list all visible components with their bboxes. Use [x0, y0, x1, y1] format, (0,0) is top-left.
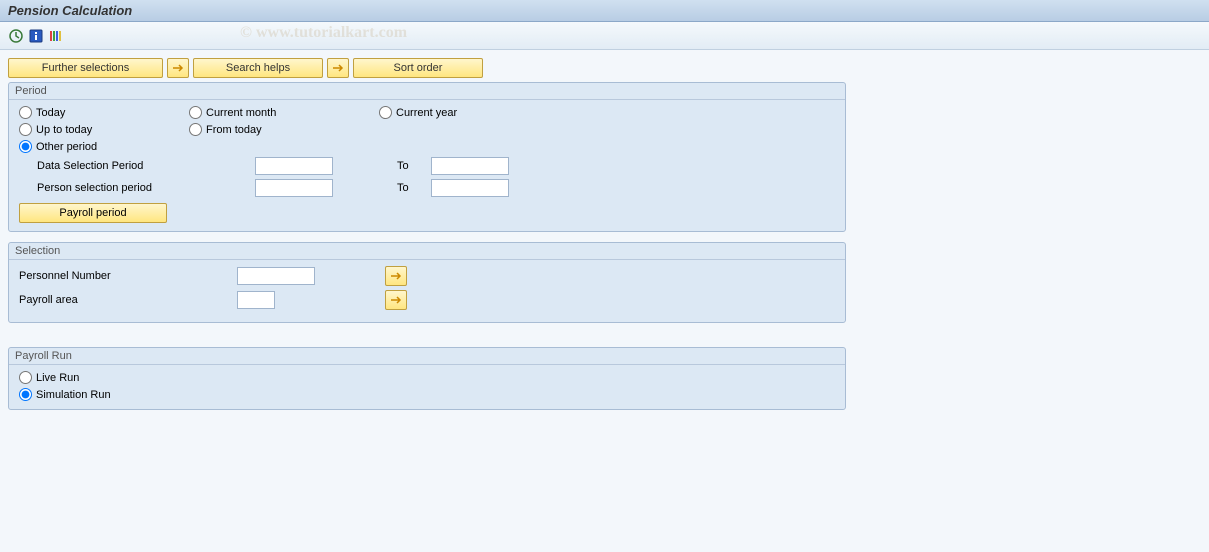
watermark: © www.tutorialkart.com — [240, 24, 407, 42]
data-selection-row: Data Selection Period To — [19, 157, 835, 175]
personnel-number-label: Personnel Number — [19, 270, 237, 282]
radio-live-run[interactable]: Live Run — [19, 371, 835, 384]
payroll-run-panel-title: Payroll Run — [9, 348, 845, 365]
data-selection-to-input[interactable] — [431, 157, 509, 175]
data-selection-to-label: To — [397, 160, 431, 172]
payroll-area-label: Payroll area — [19, 294, 237, 306]
person-selection-row: Person selection period To — [19, 179, 835, 197]
data-selection-label: Data Selection Period — [37, 160, 255, 172]
content-area: Further selections Search helps Sort ord… — [0, 50, 1209, 428]
sort-order-button[interactable]: Sort order — [353, 58, 483, 78]
search-helps-button[interactable]: Search helps — [193, 58, 323, 78]
bars-icon[interactable] — [48, 28, 64, 44]
radio-current-year-input[interactable] — [379, 106, 392, 119]
person-selection-to-input[interactable] — [431, 179, 509, 197]
selection-panel-title: Selection — [9, 243, 845, 260]
radio-current-month-label: Current month — [206, 107, 276, 119]
radio-up-to-today-label: Up to today — [36, 124, 92, 136]
radio-other-period-label: Other period — [36, 141, 97, 153]
person-selection-from-input[interactable] — [255, 179, 333, 197]
data-selection-from-input[interactable] — [255, 157, 333, 175]
radio-current-year[interactable]: Current year — [379, 106, 559, 119]
person-selection-label: Person selection period — [37, 182, 255, 194]
radio-from-today[interactable]: From today — [189, 123, 379, 136]
selection-panel: Selection Personnel Number Payroll area — [8, 242, 846, 323]
radio-other-period-input[interactable] — [19, 140, 32, 153]
payroll-period-button[interactable]: Payroll period — [19, 203, 167, 223]
radio-simulation-run[interactable]: Simulation Run — [19, 388, 835, 401]
radio-simulation-run-input[interactable] — [19, 388, 32, 401]
arrow-button-1[interactable] — [167, 58, 189, 78]
period-panel-title: Period — [9, 83, 845, 100]
personnel-number-row: Personnel Number — [19, 266, 835, 286]
title-bar: Pension Calculation — [0, 0, 1209, 22]
page-title: Pension Calculation — [8, 3, 132, 18]
personnel-number-input[interactable] — [237, 267, 315, 285]
radio-live-run-label: Live Run — [36, 372, 79, 384]
radio-other-period[interactable]: Other period — [19, 140, 189, 153]
person-selection-to-label: To — [397, 182, 431, 194]
radio-from-today-input[interactable] — [189, 123, 202, 136]
radio-current-month[interactable]: Current month — [189, 106, 379, 119]
radio-today-input[interactable] — [19, 106, 32, 119]
payroll-area-row: Payroll area — [19, 290, 835, 310]
payroll-area-input[interactable] — [237, 291, 275, 309]
app-toolbar: © www.tutorialkart.com — [0, 22, 1209, 50]
radio-current-month-input[interactable] — [189, 106, 202, 119]
execute-icon[interactable] — [8, 28, 24, 44]
further-selections-button[interactable]: Further selections — [8, 58, 163, 78]
radio-up-to-today-input[interactable] — [19, 123, 32, 136]
top-button-row: Further selections Search helps Sort ord… — [8, 58, 1201, 78]
radio-current-year-label: Current year — [396, 107, 457, 119]
personnel-number-multi-button[interactable] — [385, 266, 407, 286]
radio-simulation-run-label: Simulation Run — [36, 389, 111, 401]
arrow-button-2[interactable] — [327, 58, 349, 78]
radio-today[interactable]: Today — [19, 106, 189, 119]
radio-up-to-today[interactable]: Up to today — [19, 123, 189, 136]
period-panel: Period Today Current month Current year … — [8, 82, 846, 232]
radio-today-label: Today — [36, 107, 65, 119]
radio-from-today-label: From today — [206, 124, 262, 136]
info-icon[interactable] — [28, 28, 44, 44]
payroll-area-multi-button[interactable] — [385, 290, 407, 310]
radio-live-run-input[interactable] — [19, 371, 32, 384]
payroll-run-panel: Payroll Run Live Run Simulation Run — [8, 347, 846, 410]
